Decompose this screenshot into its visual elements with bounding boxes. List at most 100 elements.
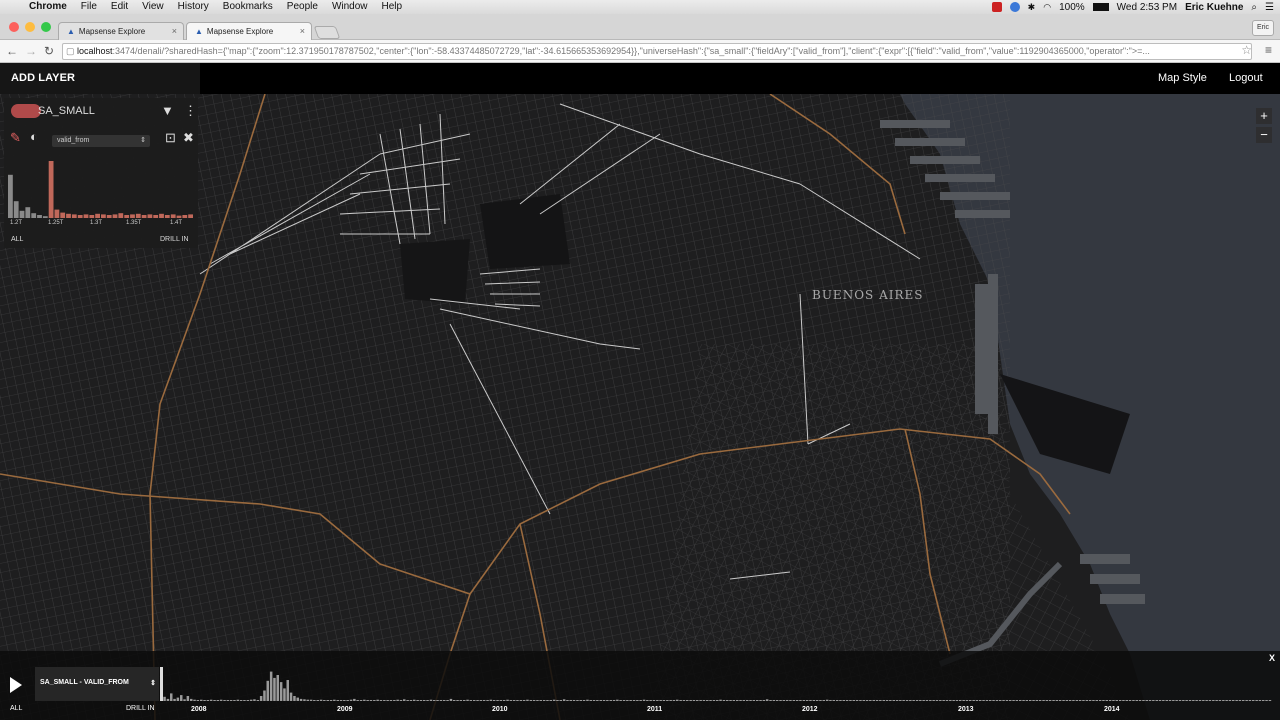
histogram-bar[interactable] [112,214,118,218]
timeline-bar[interactable] [666,700,669,701]
timeline-bar[interactable] [286,680,290,701]
timeline-bar[interactable] [423,700,426,701]
timeline-bar[interactable] [453,700,456,701]
timeline-bar[interactable] [336,700,340,701]
timeline-bar[interactable] [353,698,356,701]
menu-file[interactable]: File [74,0,104,14]
timeline-bar[interactable] [569,700,573,701]
timeline-bar[interactable] [1255,700,1258,701]
timeline-bar[interactable] [219,699,223,701]
timeline-bar[interactable] [1195,700,1198,701]
timeline-bar[interactable] [909,700,912,701]
timeline-bar[interactable] [782,700,786,701]
timeline-bar[interactable] [985,700,989,701]
close-window-button[interactable] [9,22,19,32]
timeline-bar[interactable] [1182,700,1185,701]
back-arrow-icon[interactable]: ← [6,43,18,59]
timeline-bar[interactable] [965,700,969,701]
timeline-bar[interactable] [1268,700,1272,701]
timeline-bar[interactable] [932,700,935,701]
timeline-bar[interactable] [399,700,403,701]
timeline-bar[interactable] [636,700,639,701]
timeline-bar[interactable] [506,699,509,701]
timeline-bar[interactable] [492,700,496,701]
user-name[interactable]: Eric Kuehne [1185,2,1243,13]
timeline-bar[interactable] [652,700,656,701]
timeline-bar[interactable] [203,700,206,701]
timeline-bar[interactable] [303,699,306,701]
close-icon[interactable]: ✖ [183,130,194,146]
timeline-bar[interactable] [706,700,709,701]
timeline-bar[interactable] [522,700,526,701]
timeline-bar[interactable] [236,699,240,701]
timeline-bar[interactable] [1022,700,1025,701]
timeline-bar[interactable] [333,699,336,701]
histogram-bar[interactable] [135,213,141,218]
timeline-bar[interactable] [1198,700,1202,701]
timeline-bar[interactable] [1178,700,1182,701]
timeline-bar[interactable] [386,700,389,701]
menu-view[interactable]: View [135,0,171,14]
timeline-bar[interactable] [329,700,333,701]
timeline-bar[interactable] [279,682,283,701]
timeline-bar[interactable] [1115,700,1119,701]
timeline-bar[interactable] [1025,700,1029,701]
address-bar[interactable]: ▢ localhost:3474/denali/?sharedHash={"ma… [62,43,1252,60]
timeline-bar[interactable] [316,700,320,701]
timeline-bar[interactable] [995,700,999,701]
add-layer-button[interactable]: ADD LAYER [11,72,75,84]
timeline-bar[interactable] [249,699,253,701]
timeline-bar[interactable] [446,700,449,701]
field-histogram[interactable] [8,154,194,218]
timeline-bar[interactable] [939,700,942,701]
timeline-bar[interactable] [1019,700,1022,701]
histogram-drill-in-link[interactable]: DRILL IN [160,236,189,243]
wifi-icon[interactable]: ◠ [1043,2,1051,13]
timeline-bar[interactable] [559,700,563,701]
timeline-bar[interactable] [406,700,409,701]
timeline-bar[interactable] [339,700,343,701]
timeline-bar[interactable] [629,700,632,701]
timeline-bar[interactable] [1035,700,1039,701]
histogram-bar[interactable] [37,215,42,218]
timeline-bar[interactable] [739,700,742,701]
timeline-bar[interactable] [1142,700,1145,701]
timeline-bar[interactable] [469,700,473,701]
timeline-bar[interactable] [293,696,296,701]
timeline-bar[interactable] [602,700,606,701]
timeline-bar[interactable] [1058,700,1062,701]
timeline-bar[interactable] [529,700,533,701]
timeline-bar[interactable] [676,699,679,701]
timeline-bar[interactable] [376,699,379,701]
histogram-bar[interactable] [8,174,13,218]
timeline-bar[interactable] [319,699,323,701]
timeline-bar[interactable] [373,700,376,701]
timeline-bar[interactable] [383,700,386,701]
histogram-bar[interactable] [106,215,112,218]
menu-bookmarks[interactable]: Bookmarks [216,0,280,14]
histogram-bar[interactable] [101,214,106,218]
timeline-bar[interactable] [263,690,266,702]
timeline-bar[interactable] [726,700,729,701]
histogram-bar[interactable] [83,214,89,218]
timeline-bar[interactable] [549,700,553,701]
timeline-bar[interactable] [459,700,463,701]
timeline-bar[interactable] [1252,700,1255,701]
timeline-bar[interactable] [662,700,666,701]
timeline-bar[interactable] [1212,700,1215,701]
timeline-bar[interactable] [822,700,826,701]
timeline-bar[interactable] [969,700,972,701]
timeline-drill-in-link[interactable]: DRILL IN [126,705,155,712]
timeline-bar[interactable] [253,699,256,701]
histogram-bar[interactable] [89,215,95,218]
histogram-bar[interactable] [95,213,100,218]
timeline-bar[interactable] [1012,700,1015,701]
timeline-bar[interactable] [696,700,699,701]
status-app-icon[interactable] [991,2,1002,12]
timeline-bar[interactable] [819,700,822,701]
timeline-bar[interactable] [795,700,799,701]
timeline-bar[interactable] [835,700,839,701]
more-options-icon[interactable]: ⋮ [184,103,197,119]
timeline-bar[interactable] [589,700,593,701]
tab-close-icon[interactable]: × [300,26,305,36]
